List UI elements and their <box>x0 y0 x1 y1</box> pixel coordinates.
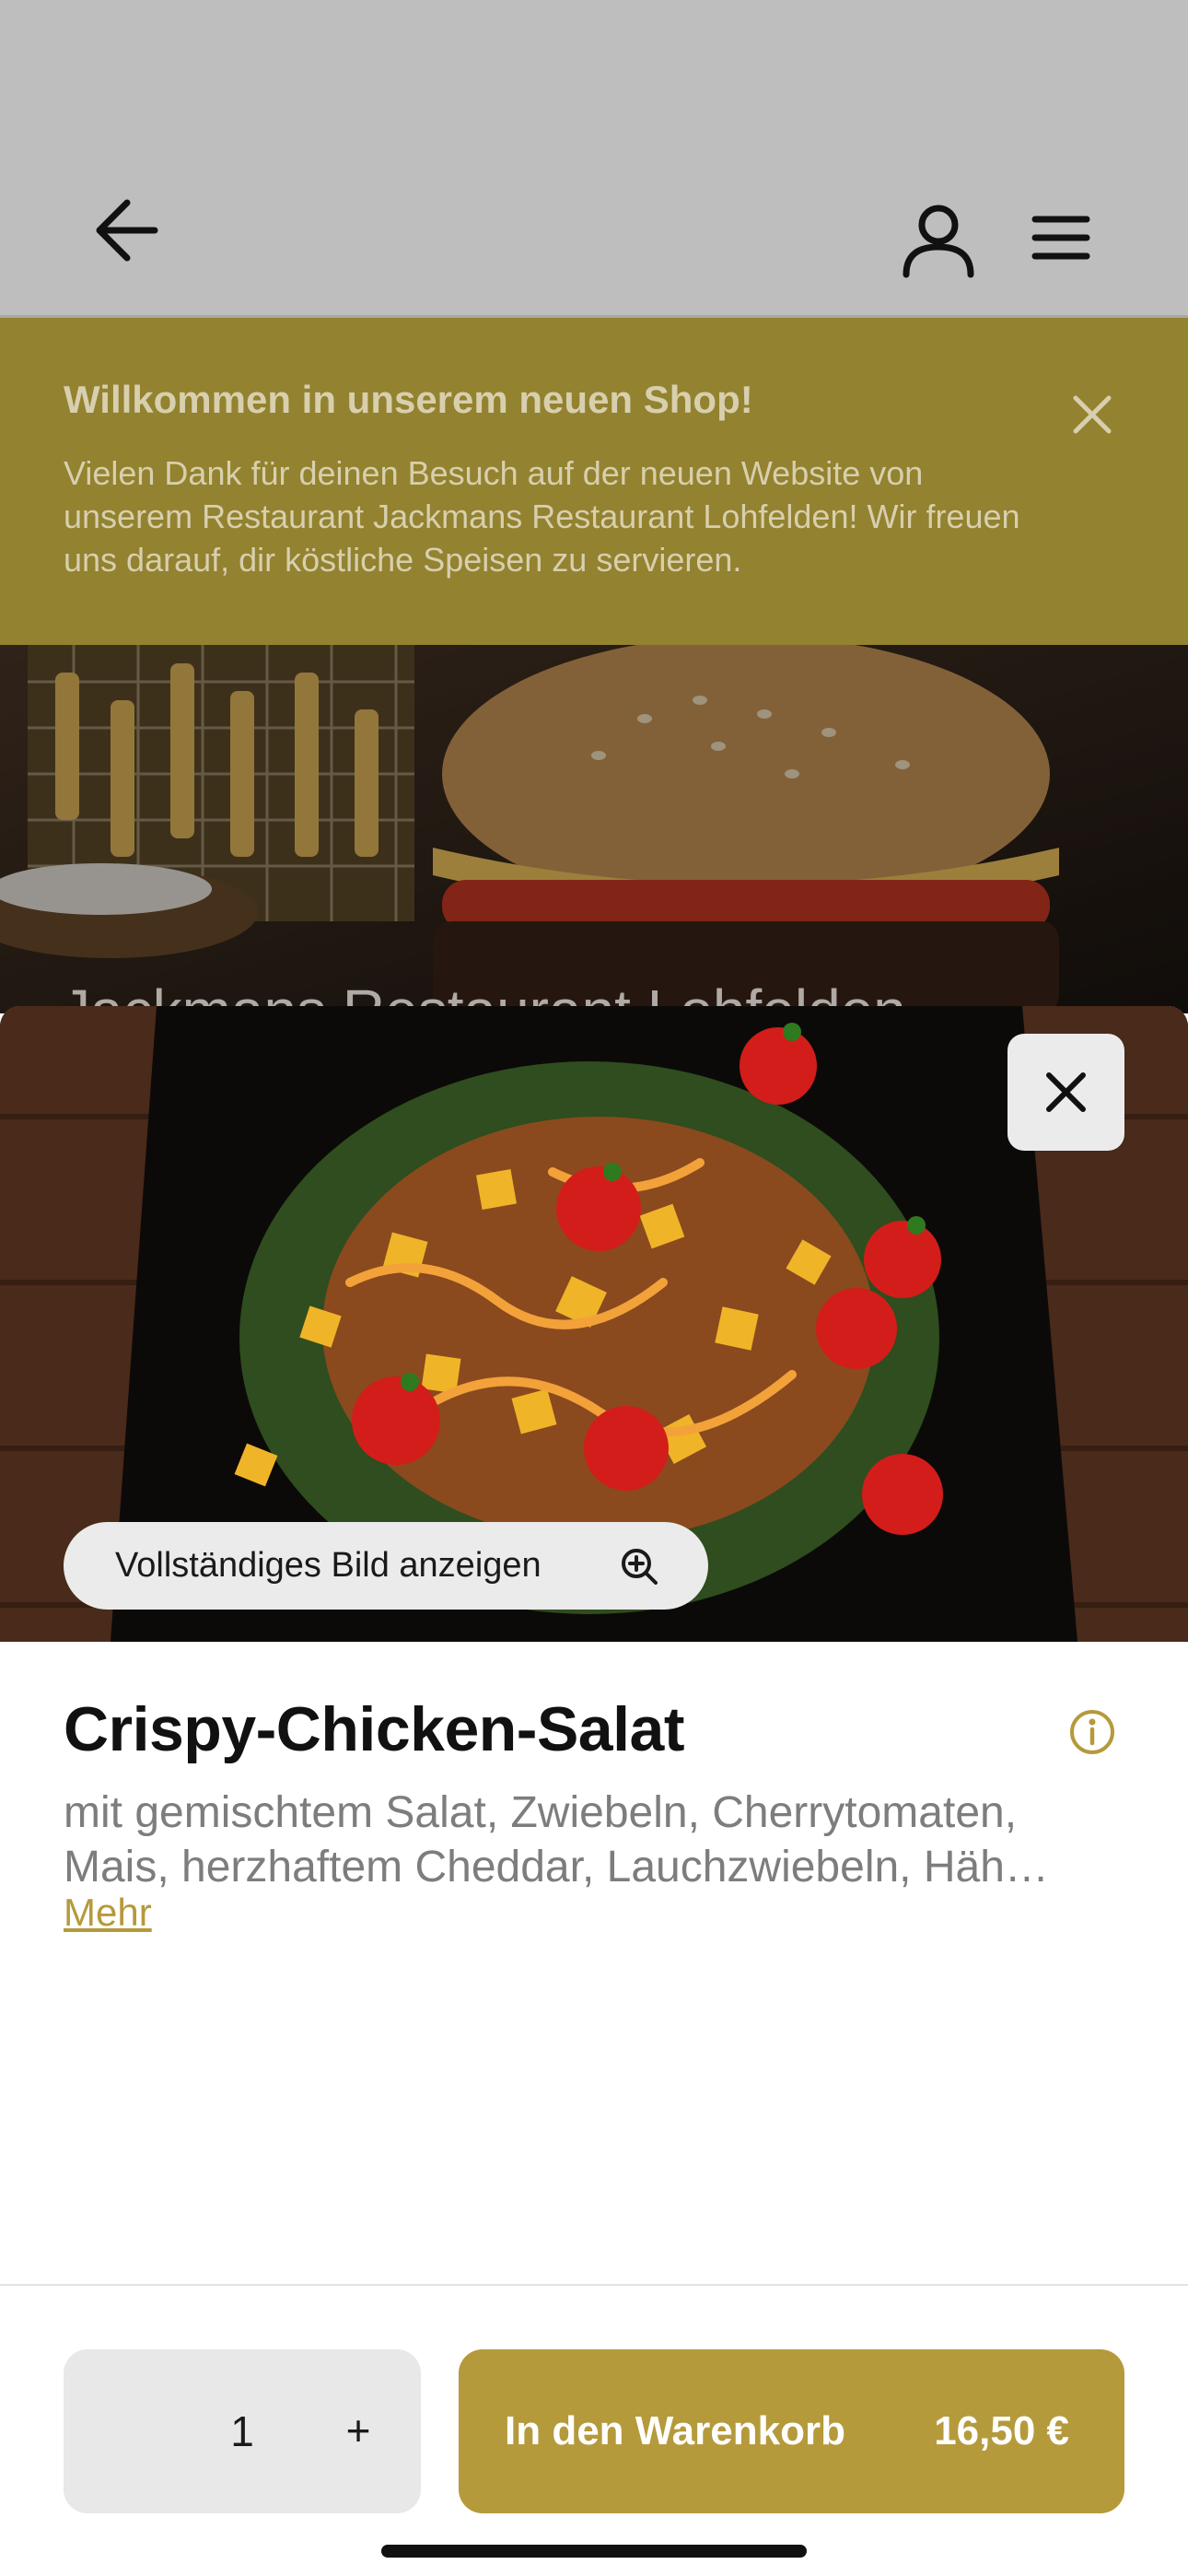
close-modal-button[interactable] <box>1007 1034 1124 1151</box>
info-icon <box>1070 1710 1114 1754</box>
zoom-in-icon <box>622 1549 658 1585</box>
product-description: mit gemischtem Salat, Zwiebeln, Cherryto… <box>64 1786 1123 1894</box>
quantity-stepper: 1 + <box>64 2349 421 2513</box>
back-button[interactable] <box>88 195 181 265</box>
hamburger-menu-icon <box>1031 216 1090 260</box>
banner-title: Willkommen in unserem neuen Shop! <box>64 378 753 421</box>
banner-text: Vielen Dank für deinen Besuch auf der ne… <box>64 454 1020 579</box>
home-indicator[interactable] <box>381 2545 807 2558</box>
product-price: 16,50 € <box>934 2408 1069 2453</box>
product-title: Crispy-Chicken-Salat <box>64 1694 684 1764</box>
more-link[interactable]: Mehr <box>64 1891 152 1935</box>
arrow-left-icon <box>96 199 158 262</box>
description-line-1: mit gemischtem Salat, Zwiebeln, Cherryto… <box>64 1788 1018 1837</box>
show-full-image-button[interactable]: Vollständiges Bild anzeigen <box>64 1522 708 1610</box>
restaurant-hero-image <box>0 645 1188 1013</box>
close-icon <box>1073 395 1112 434</box>
product-info-button[interactable] <box>1068 1708 1116 1756</box>
account-button[interactable] <box>901 203 976 278</box>
add-to-cart-button[interactable]: In den Warenkorb 16,50 € <box>459 2349 1124 2513</box>
close-icon <box>1046 1072 1086 1112</box>
description-line-2: Mais, herzhaftem Cheddar, Lauchzwiebeln,… <box>64 1843 1049 1891</box>
product-detail-sheet: Vollständiges Bild anzeigen Crispy-Chick… <box>0 1006 1188 2576</box>
burger-photo <box>0 645 1188 1013</box>
add-to-cart-label: In den Warenkorb <box>505 2408 845 2453</box>
menu-button[interactable] <box>1030 214 1096 262</box>
footer-divider <box>0 2284 1188 2286</box>
banner-close-button[interactable] <box>1066 389 1118 440</box>
increase-quantity-button[interactable]: + <box>331 2403 386 2458</box>
show-full-image-label: Vollständiges Bild anzeigen <box>115 1546 542 1585</box>
user-icon <box>903 205 974 278</box>
product-image: Vollständiges Bild anzeigen <box>0 1006 1188 1642</box>
top-navigation-bar <box>0 0 1188 318</box>
